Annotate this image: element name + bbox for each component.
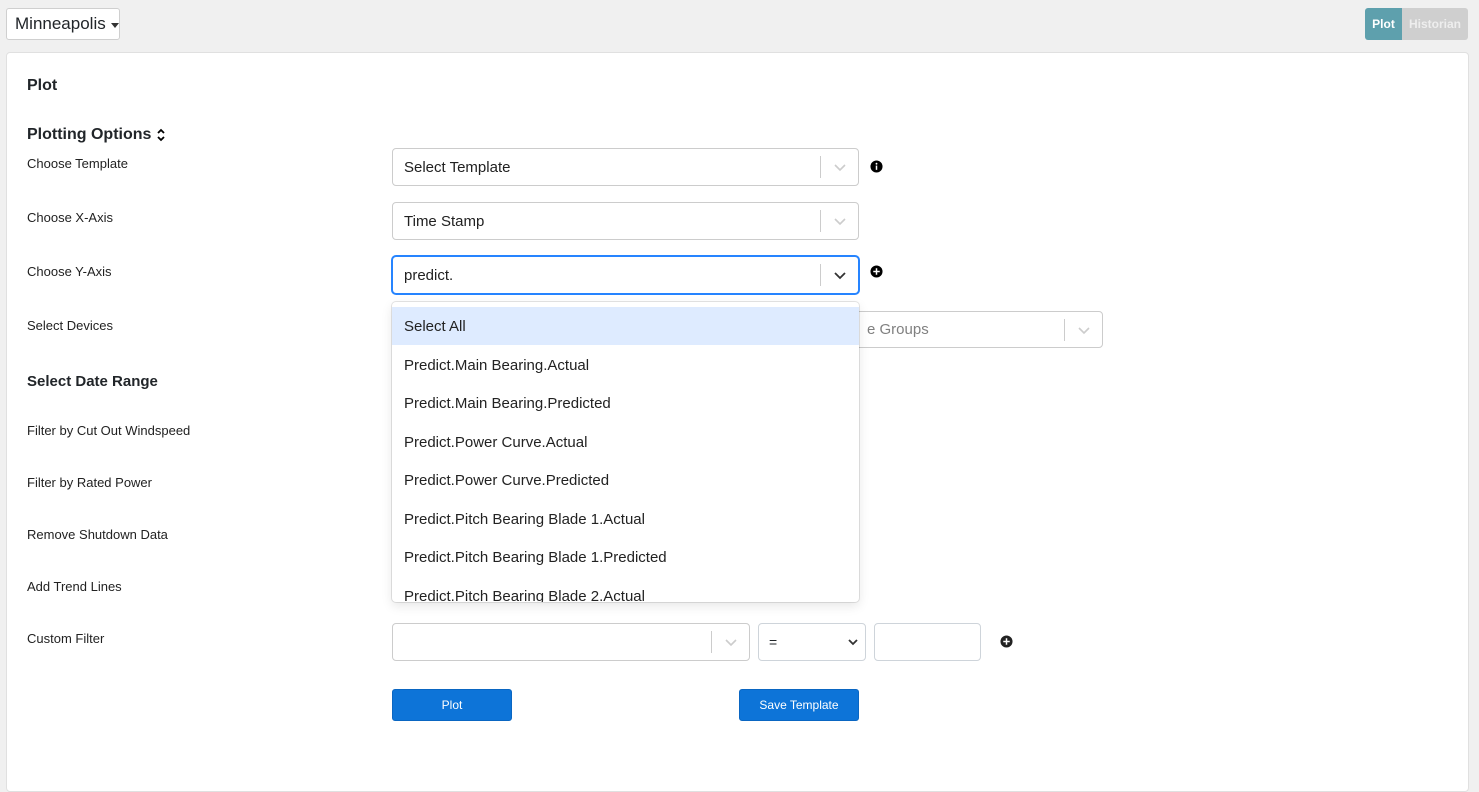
template-select-value: Select Template [404,158,511,176]
caret-down-icon [110,22,119,28]
label-rated-power: Filter by Rated Power [27,475,152,490]
chevron-down-icon[interactable] [1065,323,1102,337]
info-circle-icon[interactable] [870,160,883,173]
site-selector-label: Minneapolis [15,14,106,33]
operator-value: = [769,634,778,650]
page-title: Plot [27,77,58,94]
save-template-button[interactable]: Save Template [739,689,859,721]
custom-filter-field-select[interactable] [392,623,750,661]
template-select[interactable]: Select Template [392,148,859,186]
label-choose-x-axis: Choose X-Axis [27,210,113,225]
plotting-options-header[interactable]: Plotting Options [27,126,166,144]
y-axis-options-menu: Select All Predict.Main Bearing.Actual P… [392,302,859,602]
option-pitch-blade-1-actual[interactable]: Predict.Pitch Bearing Blade 1.Actual [392,500,859,538]
x-axis-select-value: Time Stamp [404,212,485,230]
plus-circle-icon[interactable] [1000,635,1013,648]
label-remove-shutdown: Remove Shutdown Data [27,527,168,542]
label-add-trend-lines: Add Trend Lines [27,579,122,594]
plus-circle-icon[interactable] [870,265,883,278]
y-axis-select[interactable]: predict. [392,256,859,294]
historian-view-button[interactable]: Historian [1402,8,1468,40]
chevron-down-icon[interactable] [821,160,858,174]
label-select-devices: Select Devices [27,318,113,333]
chevron-down-icon[interactable] [821,268,858,282]
plot-button[interactable]: Plot [392,689,512,721]
option-main-bearing-actual[interactable]: Predict.Main Bearing.Actual [392,346,859,384]
site-selector[interactable]: Minneapolis [6,8,120,40]
y-axis-search-input[interactable]: predict. [393,267,820,284]
option-power-curve-predicted[interactable]: Predict.Power Curve.Predicted [392,461,859,499]
chevron-down-icon[interactable] [712,635,749,649]
option-pitch-blade-1-predicted[interactable]: Predict.Pitch Bearing Blade 1.Predicted [392,538,859,576]
chevron-down-icon[interactable] [821,214,858,228]
x-axis-select[interactable]: Time Stamp [392,202,859,240]
plot-view-button[interactable]: Plot [1365,8,1402,40]
label-custom-filter: Custom Filter [27,631,105,646]
label-choose-y-axis: Choose Y-Axis [27,264,112,279]
chevron-down-icon [848,639,858,646]
option-power-curve-actual[interactable]: Predict.Power Curve.Actual [392,423,859,461]
label-select-date-range: Select Date Range [27,373,158,390]
label-cut-out-windspeed: Filter by Cut Out Windspeed [27,423,191,438]
label-choose-template: Choose Template [27,156,128,171]
double-chevron-icon[interactable] [156,128,166,142]
option-main-bearing-predicted[interactable]: Predict.Main Bearing.Predicted [392,384,859,422]
option-pitch-blade-2-actual[interactable]: Predict.Pitch Bearing Blade 2.Actual [392,577,859,603]
custom-filter-operator-select[interactable]: = [758,623,866,661]
view-toggle: Plot Historian [1365,8,1468,40]
plotting-options-heading: Plotting Options [27,126,152,143]
option-select-all[interactable]: Select All [392,307,859,345]
custom-filter-value-input[interactable] [874,623,981,661]
